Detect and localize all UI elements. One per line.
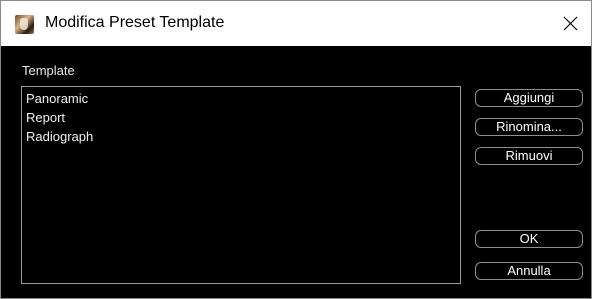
app-icon: [15, 15, 34, 34]
window-title: Modifica Preset Template: [45, 14, 225, 31]
ok-button[interactable]: OK: [475, 230, 583, 248]
list-item-radiograph[interactable]: Radiograph: [25, 127, 457, 146]
add-button[interactable]: Aggiungi: [475, 89, 583, 107]
remove-button[interactable]: Rimuovi: [475, 147, 583, 165]
dialog-content: Template Panoramic Report Radiograph Agg…: [1, 46, 591, 298]
dialog-window: Modifica Preset Template Template Panora…: [0, 0, 592, 299]
rename-button[interactable]: Rinomina...: [475, 118, 583, 136]
close-icon: [563, 16, 577, 31]
template-listbox[interactable]: Panoramic Report Radiograph: [21, 86, 461, 284]
close-button[interactable]: [549, 1, 591, 46]
title-bar[interactable]: Modifica Preset Template: [1, 1, 591, 46]
list-item-report[interactable]: Report: [25, 108, 457, 127]
list-item-panoramic[interactable]: Panoramic: [25, 89, 457, 108]
cancel-button[interactable]: Annulla: [475, 262, 583, 280]
template-group-label: Template: [22, 63, 75, 78]
